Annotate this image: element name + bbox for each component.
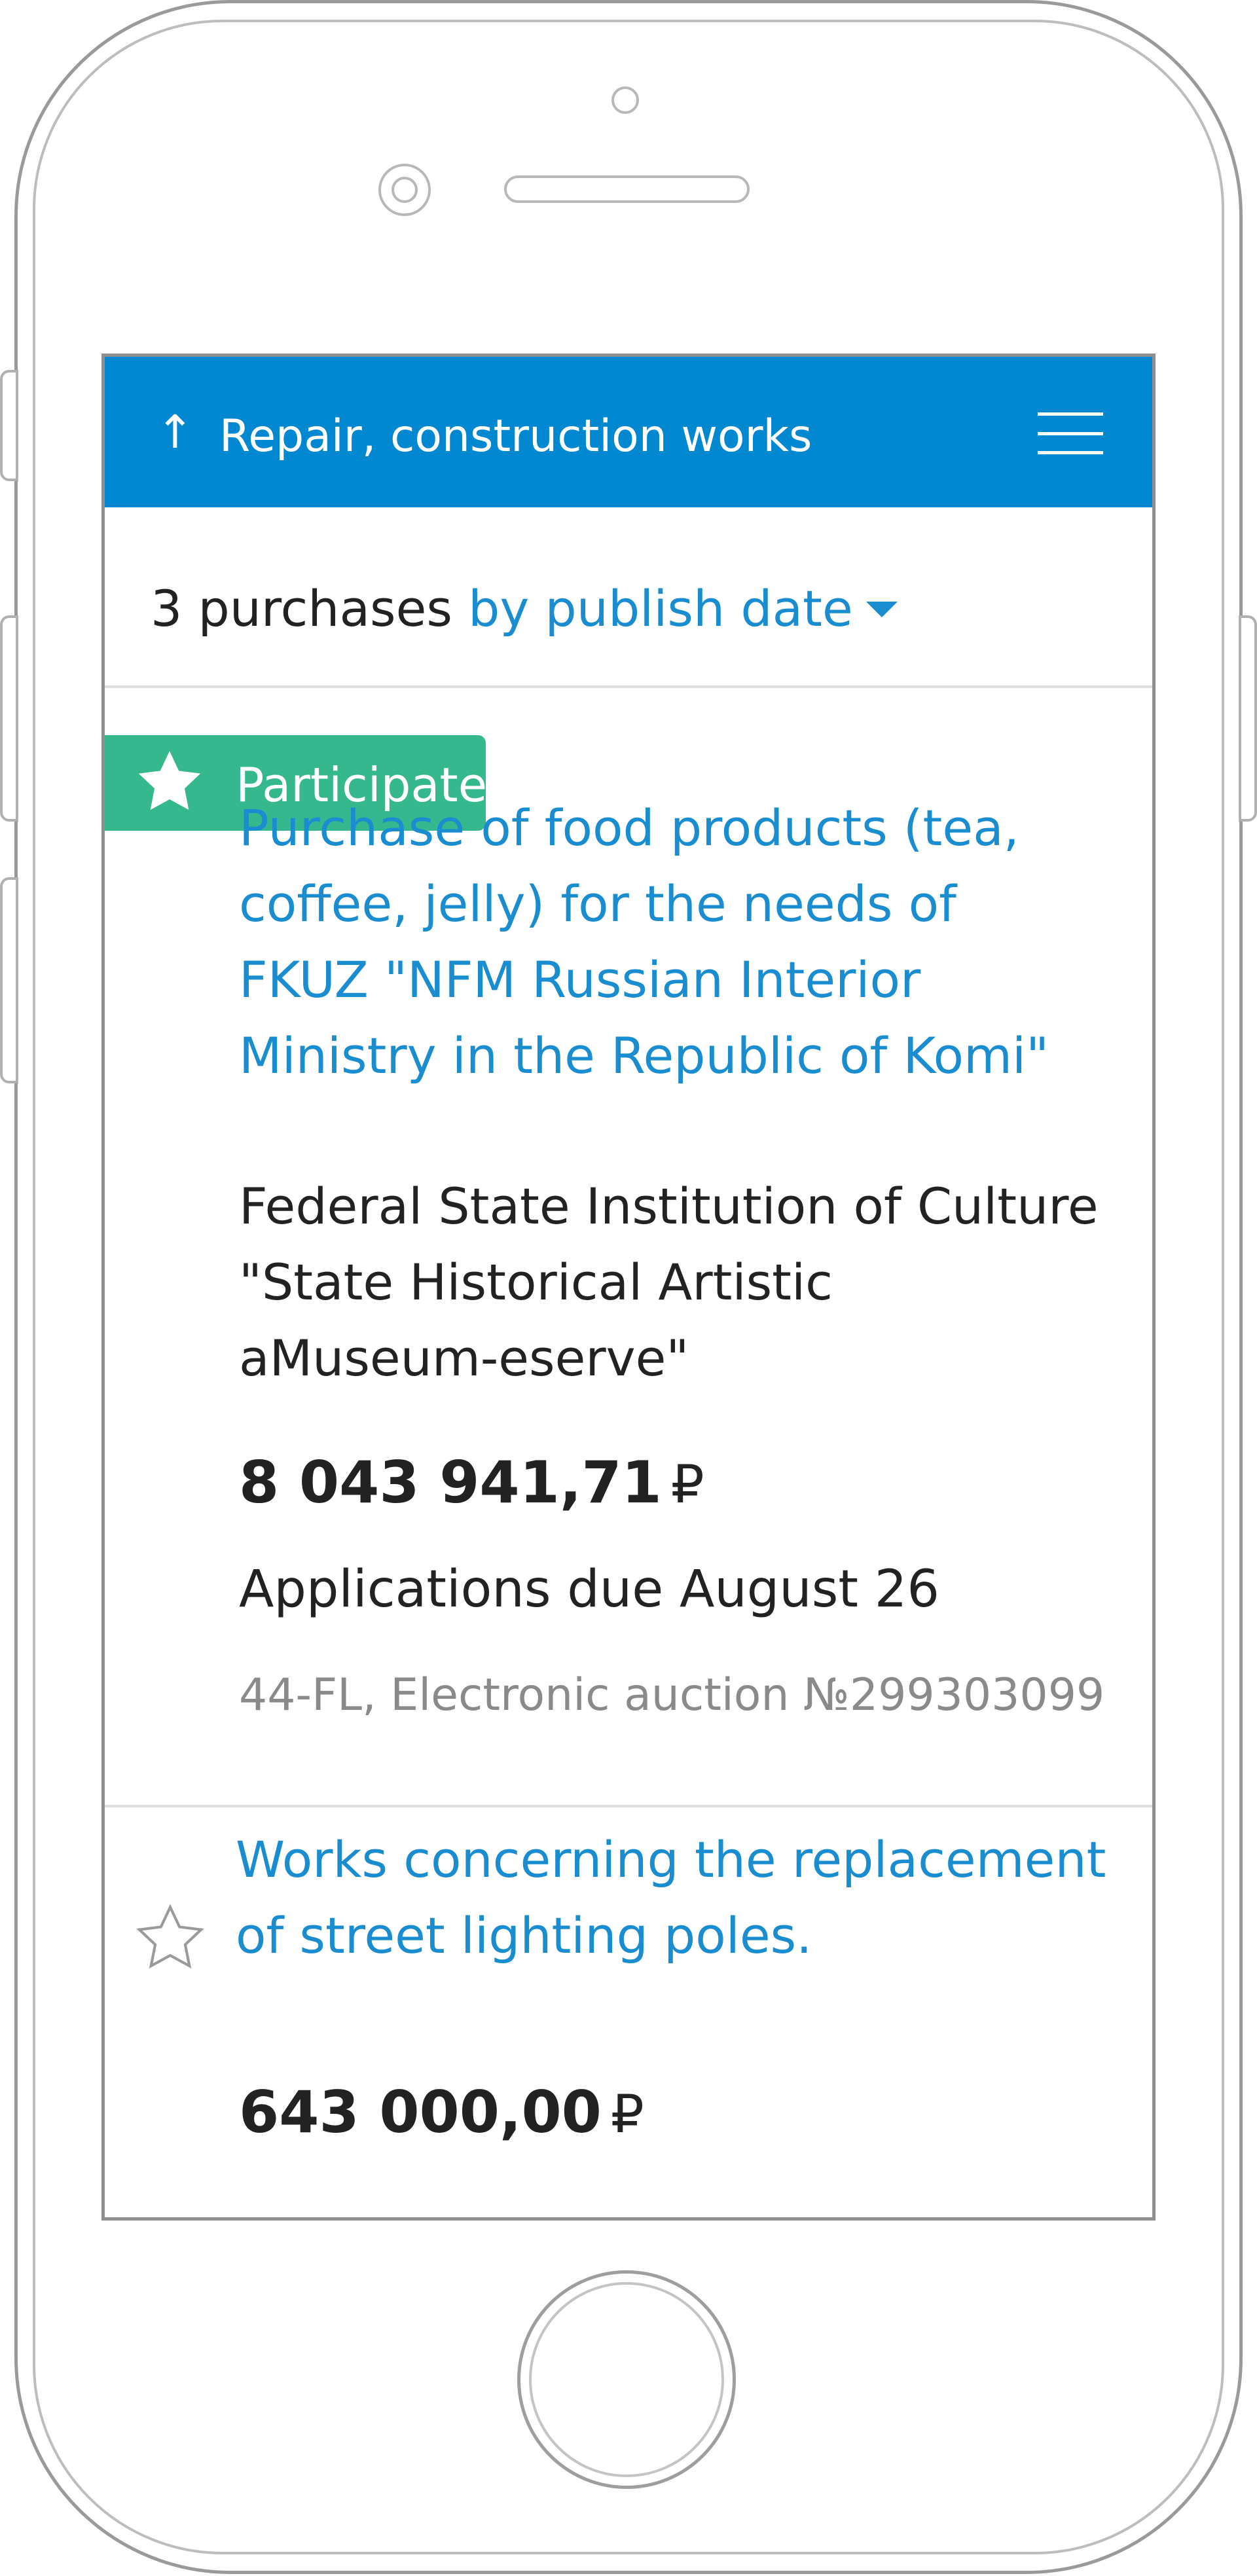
- up-arrow-icon[interactable]: ↑: [156, 409, 194, 455]
- header-title: Repair, construction works: [219, 410, 812, 462]
- phone-side-button-volume-down: [0, 877, 18, 1083]
- purchase-title-link[interactable]: Works concerning the replacement of stre…: [236, 1822, 1106, 1974]
- purchase-price: 643 000,00 ₽: [239, 2078, 644, 2146]
- purchase-count: 3 purchases: [151, 579, 452, 638]
- star-filled-icon: [138, 751, 201, 810]
- divider: [105, 685, 1152, 688]
- divider: [105, 1805, 1152, 1807]
- phone-side-button-power: [1239, 615, 1257, 822]
- customer-name: Federal State Institution of Culture "St…: [239, 1177, 1099, 1387]
- sort-dropdown[interactable]: by publish date: [468, 579, 898, 638]
- phone-speaker: [504, 175, 750, 203]
- phone-sensor-lens: [392, 177, 418, 203]
- price-value: 8 043 941,71: [239, 1449, 662, 1516]
- currency-sign: ₽: [670, 1454, 704, 1515]
- phone-side-button-mute: [0, 370, 18, 481]
- app-screen: ↑ Repair, construction works 3 purchases…: [101, 354, 1156, 2221]
- home-button-inner: [529, 2282, 724, 2477]
- phone-camera: [611, 86, 639, 114]
- hamburger-menu-icon[interactable]: [1038, 412, 1103, 454]
- purchase-title-link[interactable]: Purchase of food products (tea, coffee, …: [239, 790, 1090, 1094]
- sort-label[interactable]: by publish date: [468, 579, 853, 638]
- purchase-price: 8 043 941,71 ₽: [239, 1449, 704, 1516]
- caret-down-icon[interactable]: [865, 602, 898, 617]
- star-outline-icon[interactable]: [134, 1902, 206, 1974]
- purchase-meta: 44-FL, Electronic auction №299303099: [239, 1669, 1105, 1721]
- price-value: 643 000,00: [239, 2078, 602, 2146]
- applications-due: Applications due August 26: [239, 1560, 939, 1619]
- app-header: ↑ Repair, construction works: [105, 357, 1152, 507]
- phone-side-button-volume-up: [0, 615, 18, 822]
- sort-bar: 3 purchases by publish date: [151, 579, 898, 638]
- currency-sign: ₽: [610, 2084, 644, 2145]
